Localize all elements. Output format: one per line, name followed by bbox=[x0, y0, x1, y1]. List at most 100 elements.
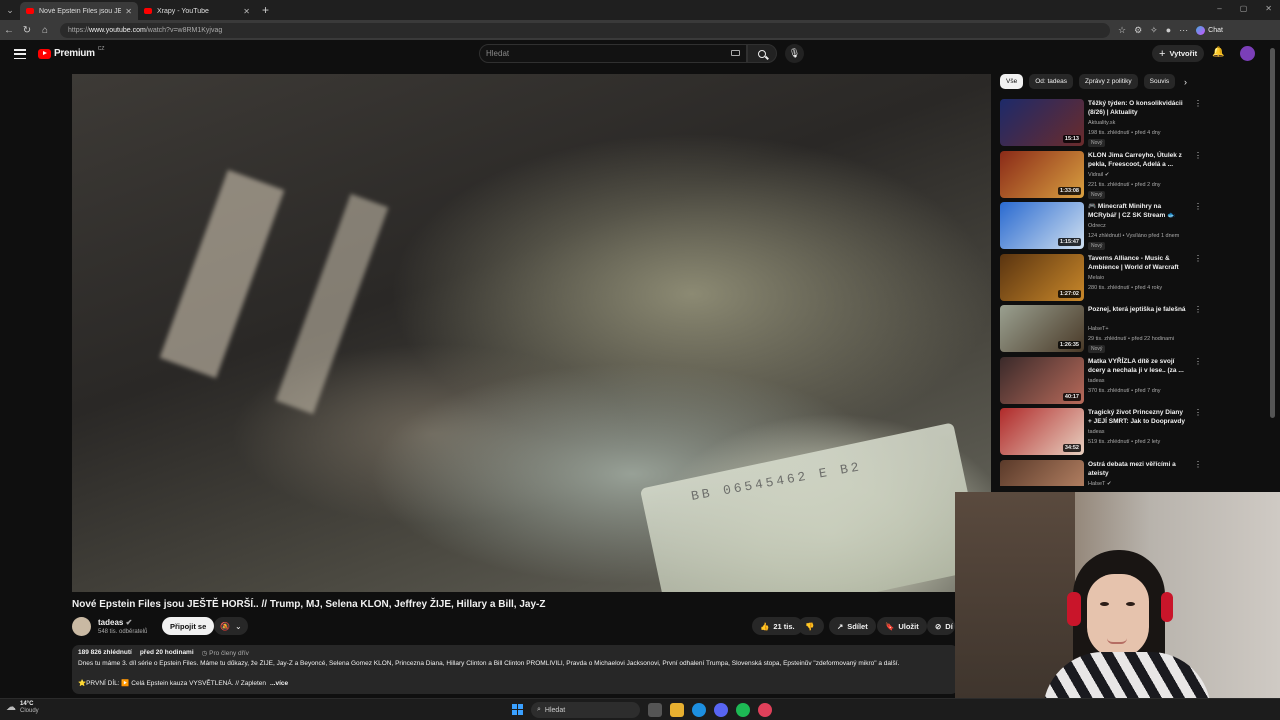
edge-browser-icon[interactable] bbox=[692, 703, 706, 717]
share-button[interactable]: ↗ Sdílet bbox=[829, 617, 876, 635]
new-badge: Nový bbox=[1088, 345, 1106, 353]
search-placeholder: Hledat bbox=[486, 49, 510, 58]
recommendation-thumbnail[interactable]: 34:52 bbox=[1000, 408, 1084, 455]
more-icon[interactable]: ⋯ bbox=[1179, 25, 1188, 36]
tab-menu-chevron-icon[interactable]: ⌄ bbox=[0, 0, 20, 20]
chip-from-channel[interactable]: Od: tadeas bbox=[1029, 74, 1074, 89]
reload-icon[interactable]: ↻ bbox=[18, 25, 36, 36]
recommendation-item[interactable]: Ostrá debata mezi věřícími a ateisty Hals… bbox=[1000, 459, 1200, 486]
back-arrow-icon[interactable]: ← bbox=[0, 25, 18, 36]
more-vert-icon[interactable]: ⋮ bbox=[1194, 202, 1202, 211]
channel-avatar[interactable] bbox=[72, 617, 91, 636]
recommendation-channel[interactable]: Vidrail ✔ bbox=[1088, 172, 1109, 178]
recommendation-item[interactable]: 1:26:35 Poznej, která jeptiška je falešná… bbox=[1000, 305, 1202, 355]
star-icon[interactable]: ☆ bbox=[1118, 25, 1126, 36]
youtube-premium-logo[interactable]: Premium CZ bbox=[38, 46, 104, 59]
recommendation-channel[interactable]: Aktuality.sk bbox=[1088, 120, 1115, 126]
recommendation-title[interactable]: Ostrá debata mezi věřícími a ateisty bbox=[1088, 460, 1188, 478]
favorites-icon[interactable]: ✧ bbox=[1150, 25, 1158, 36]
recommendation-title[interactable]: Poznej, která jeptiška je falešná bbox=[1088, 305, 1188, 314]
more-vert-icon[interactable]: ⋮ bbox=[1194, 460, 1200, 469]
search-button[interactable] bbox=[747, 44, 777, 63]
recommendation-title[interactable]: 🎮 Minecraft Minihry na MCRybář | CZ SK S… bbox=[1088, 202, 1188, 220]
account-avatar[interactable] bbox=[1240, 46, 1255, 61]
save-button[interactable]: 🔖 Uložit bbox=[877, 617, 927, 635]
chip-all[interactable]: Vše bbox=[1000, 74, 1024, 89]
new-tab-plus-icon[interactable]: + bbox=[262, 3, 269, 17]
recommendation-item[interactable]: 1:33:08 KLON Jima Carreyho, Útulek z pekl… bbox=[1000, 150, 1202, 201]
task-view-icon[interactable] bbox=[648, 703, 662, 717]
profile-icon[interactable]: ● bbox=[1166, 25, 1171, 35]
recommendation-channel[interactable]: tadeas bbox=[1088, 378, 1105, 384]
minimize-icon[interactable]: – bbox=[1217, 4, 1221, 13]
recommendation-channel[interactable]: HalseT+ bbox=[1088, 326, 1109, 332]
recommendation-thumbnail[interactable] bbox=[1000, 459, 1084, 486]
app-icon[interactable] bbox=[758, 703, 772, 717]
dislike-button[interactable]: 👎 bbox=[798, 617, 824, 635]
recommendation-title[interactable]: Těžký týden: O konsolikvidácii (8/26) | … bbox=[1088, 99, 1188, 117]
chip-related[interactable]: Souvis bbox=[1143, 74, 1176, 89]
weather-widget[interactable]: ☁ 14°C Cloudy bbox=[6, 701, 39, 714]
file-explorer-icon[interactable] bbox=[670, 703, 684, 717]
more-vert-icon[interactable]: ⋮ bbox=[1194, 408, 1202, 417]
home-icon[interactable]: ⌂ bbox=[36, 25, 54, 36]
browser-tab-active[interactable]: Nové Epstein Files jsou JEŠTĚ HORŠ ✕ bbox=[20, 2, 138, 20]
close-window-icon[interactable]: ✕ bbox=[1265, 4, 1272, 13]
recommendation-item[interactable]: 1:27:02 Taverns Alliance - Music & Ambien… bbox=[1000, 253, 1202, 304]
more-actions-button[interactable]: ⊘ Dí bbox=[927, 617, 955, 635]
recommendation-item[interactable]: 15:13 Těžký týden: O konsolikvidácii (8/2… bbox=[1000, 99, 1202, 149]
recommendation-item[interactable]: 40:17 Matka VYŘÍZLA dítě ze svojí dcery a… bbox=[1000, 356, 1202, 407]
recommendation-channel[interactable]: Odrecz bbox=[1088, 223, 1106, 229]
recommendation-thumbnail[interactable]: 1:27:02 bbox=[1000, 253, 1084, 301]
chevron-right-icon[interactable]: › bbox=[1184, 77, 1187, 87]
recommendation-thumbnail[interactable]: 1:33:08 bbox=[1000, 150, 1084, 198]
spotify-icon[interactable] bbox=[736, 703, 750, 717]
weather-temp: 14°C bbox=[20, 701, 34, 707]
recommendation-thumbnail[interactable]: 1:26:35 bbox=[1000, 305, 1084, 352]
extension-icon[interactable]: ⚙ bbox=[1134, 25, 1142, 36]
recommendation-title[interactable]: KLON Jima Carreyho, Útulek z pekla, Free… bbox=[1088, 151, 1188, 169]
taskbar-search[interactable]: ⌕ Hledat bbox=[531, 702, 640, 718]
recommendation-item[interactable]: 34:52 Tragický život Princezny Diany + JE… bbox=[1000, 408, 1202, 458]
discord-icon[interactable] bbox=[714, 703, 728, 717]
close-tab-icon[interactable]: ✕ bbox=[243, 7, 250, 16]
more-vert-icon[interactable]: ⋮ bbox=[1194, 99, 1202, 108]
create-button[interactable]: + Vytvořit bbox=[1152, 45, 1205, 62]
hamburger-menu-icon[interactable] bbox=[14, 49, 26, 59]
more-vert-icon[interactable]: ⋮ bbox=[1194, 151, 1202, 160]
recommendation-thumbnail[interactable]: 1:15:47 bbox=[1000, 202, 1084, 249]
like-button[interactable]: 👍 21 tis. bbox=[752, 617, 803, 635]
search-input[interactable]: Hledat bbox=[479, 44, 747, 63]
subscribed-notifications-button[interactable]: 🔕 ⌄ bbox=[214, 617, 248, 635]
recommendation-channel[interactable]: HalseT ✔ bbox=[1088, 481, 1111, 486]
show-more-link[interactable]: ...více bbox=[270, 680, 288, 687]
voice-search-mic-icon[interactable]: 🎙 bbox=[785, 44, 804, 63]
maximize-icon[interactable]: ▢ bbox=[1240, 4, 1248, 13]
chip-politics-news[interactable]: Zprávy z politiky bbox=[1079, 74, 1138, 89]
recommendation-thumbnail[interactable]: 40:17 bbox=[1000, 356, 1084, 404]
more-vert-icon[interactable]: ⋮ bbox=[1194, 254, 1202, 263]
more-vert-icon[interactable]: ⋮ bbox=[1194, 305, 1202, 314]
close-tab-icon[interactable]: ✕ bbox=[125, 7, 132, 16]
windows-start-icon[interactable] bbox=[512, 704, 523, 715]
description-box[interactable]: 189 826 zhlédnutí před 20 hodinami ◷ Pro… bbox=[72, 645, 958, 694]
copilot-chat-button[interactable]: Chat bbox=[1196, 25, 1223, 35]
notifications-bell-icon[interactable]: 🔔 bbox=[1212, 47, 1224, 58]
recommendation-thumbnail[interactable]: 15:13 bbox=[1000, 99, 1084, 146]
recommendation-meta: 280 tis. zhlédnutí • před 4 roky bbox=[1088, 284, 1163, 291]
recommendation-title[interactable]: Taverns Alliance - Music & Ambience | Wo… bbox=[1088, 254, 1188, 272]
recommendation-channel[interactable]: Melaio bbox=[1088, 275, 1104, 281]
keyboard-icon[interactable] bbox=[731, 50, 740, 56]
url-field[interactable]: https://www.youtube.com/watch?v=w8RM1Kyj… bbox=[60, 22, 1110, 38]
browser-tab[interactable]: Xrapy - YouTube ✕ bbox=[138, 2, 256, 20]
recommendation-channel[interactable]: tadeas bbox=[1088, 429, 1105, 435]
scrollbar[interactable] bbox=[1270, 48, 1275, 418]
video-player[interactable]: BB 06545462 E B2 bbox=[72, 74, 991, 592]
recommendation-item[interactable]: 1:15:47 🎮 Minecraft Minihry na MCRybář | … bbox=[1000, 202, 1202, 252]
recommendation-meta: 221 tis. zhlédnutí • před 2 dny bbox=[1088, 181, 1161, 188]
join-button[interactable]: Připojit se bbox=[162, 617, 215, 635]
channel-name[interactable]: tadeas ✔ bbox=[98, 618, 132, 627]
more-vert-icon[interactable]: ⋮ bbox=[1194, 357, 1202, 366]
recommendation-title[interactable]: Matka VYŘÍZLA dítě ze svojí dcery a nech… bbox=[1088, 357, 1188, 375]
recommendation-title[interactable]: Tragický život Princezny Diany + JEJÍ SM… bbox=[1088, 408, 1188, 427]
